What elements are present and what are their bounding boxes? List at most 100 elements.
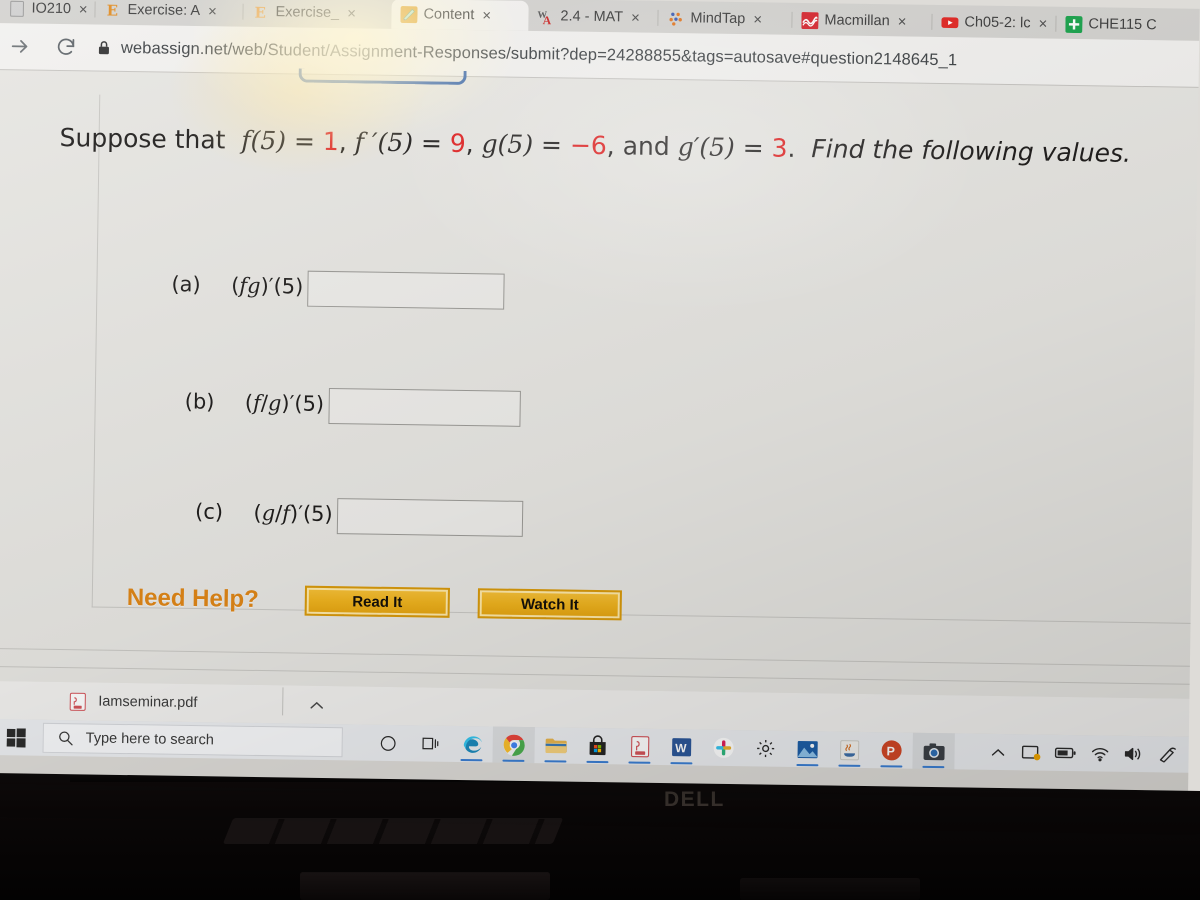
system-tray (980, 734, 1189, 773)
page-divider (0, 648, 1190, 667)
need-help-row: Need Help? Read It Watch It (126, 583, 623, 621)
browser-tab-8[interactable]: CHE115 C (1056, 9, 1176, 41)
connector-and: and (622, 131, 670, 162)
browser-tab-5[interactable]: MindTap × (658, 3, 792, 35)
answer-input-b[interactable] (328, 388, 521, 427)
tab-close-icon[interactable]: × (345, 5, 356, 22)
term-1-lhs: f ′(5) (354, 127, 414, 158)
question-part-b: (b) (f/g)′(5) (184, 376, 521, 427)
term-0-value: 1 (322, 126, 340, 157)
svg-text:E: E (255, 3, 267, 20)
adobe-pdf-icon[interactable] (618, 728, 661, 765)
part-expression: (g/f)′(5) (253, 500, 333, 526)
pen-icon[interactable] (1150, 736, 1185, 773)
tab-label: IO210 Pr (31, 0, 71, 18)
edge-icon[interactable] (450, 726, 493, 763)
svg-text:A: A (543, 14, 552, 25)
part-label: (c) (194, 499, 224, 524)
term-3-eq: = (742, 133, 764, 163)
question-part-a: (a) (fg)′(5) (171, 259, 505, 310)
part-label: (a) (171, 272, 201, 297)
address-bar[interactable]: webassign.net/web/Student/Assignment-Res… (97, 38, 1199, 73)
term-1-eq: = (420, 128, 443, 158)
part-label: (b) (184, 389, 215, 414)
tab-close-icon[interactable]: × (1036, 15, 1047, 32)
keyboard-keys (222, 818, 564, 844)
wifi-icon[interactable] (1082, 735, 1117, 772)
youtube-icon (941, 16, 959, 28)
reload-icon[interactable] (51, 32, 81, 62)
answer-input-c[interactable] (336, 498, 524, 537)
tab-close-icon[interactable]: × (896, 13, 907, 30)
taskbar-pinned-icons: W P (366, 725, 955, 770)
download-item[interactable]: Iamseminar.pdf (69, 692, 324, 715)
macmillan-icon (801, 11, 819, 29)
part-expression: (f/g)′(5) (244, 390, 325, 416)
browser-tab-1[interactable]: E Exercise: A × (95, 0, 243, 27)
java-icon[interactable] (828, 731, 871, 768)
instruction-text: Find the following values. (811, 134, 1132, 168)
tab-close-icon[interactable]: × (206, 3, 217, 20)
camera-icon[interactable] (912, 732, 955, 770)
term-2-value: −6 (569, 130, 608, 161)
term-2-eq: = (540, 130, 563, 160)
tab-close-icon[interactable]: × (629, 9, 640, 26)
term-1-value: 9 (449, 128, 466, 159)
term-3-lhs: g′(5) (677, 132, 736, 163)
mindtap-icon (669, 12, 682, 26)
prompt-prefix: Suppose that (59, 122, 226, 155)
dell-brand-logo: DELL (664, 788, 725, 811)
chevron-up-icon[interactable] (309, 697, 324, 712)
word-icon[interactable]: W (660, 729, 703, 766)
show-hidden-icons-chevron[interactable] (980, 734, 1015, 771)
volume-icon[interactable] (1116, 736, 1151, 773)
battery-icon[interactable] (1048, 735, 1083, 772)
read-it-button[interactable]: Read It (304, 585, 451, 618)
browser-tab-7[interactable]: Ch05-2: lc × (932, 7, 1056, 39)
tab-close-icon[interactable]: × (480, 7, 491, 24)
keyboard-keys (740, 878, 920, 900)
need-help-title: Need Help? (126, 584, 260, 613)
excel-green-icon (1065, 15, 1083, 33)
photos-icon[interactable] (786, 731, 829, 768)
term-0-lhs: f(5) (241, 125, 287, 156)
microsoft-store-icon[interactable] (576, 728, 619, 765)
onedrive-or-display-icon[interactable] (1014, 734, 1049, 771)
browser-tab-4[interactable]: W A 2.4 - MAT × (528, 1, 658, 33)
tab-label: 2.4 - MAT (560, 8, 624, 26)
powerpoint-icon[interactable]: P (870, 732, 913, 769)
cut-off-blue-button-above[interactable] (298, 68, 467, 86)
tab-close-icon[interactable]: × (751, 11, 762, 28)
photo-of-laptop-screen: DELL IO210 Pr × E Exercise: A × E Exerci… (0, 0, 1200, 900)
tab-label: Content (423, 6, 475, 24)
webassign-e-icon: E (255, 3, 267, 20)
chrome-icon[interactable] (492, 726, 535, 764)
tab-label: Exercise: A (127, 1, 201, 20)
forward-arrow-icon[interactable] (5, 31, 35, 61)
term-3-value: 3 (771, 133, 788, 163)
page-divider (0, 666, 1190, 685)
tab-close-icon[interactable]: × (77, 1, 88, 18)
webassign-e-icon: E (107, 1, 119, 18)
windows-start-icon[interactable] (0, 719, 43, 756)
watch-it-button[interactable]: Watch It (477, 588, 623, 621)
search-placeholder-text: Type here to search (85, 730, 214, 749)
search-input[interactable]: Type here to search (42, 722, 343, 758)
file-explorer-icon[interactable] (534, 727, 577, 764)
question-part-c: (c) (g/f)′(5) (195, 486, 524, 537)
url-text: webassign.net/web/Student/Assignment-Res… (120, 38, 958, 69)
term-0-eq: = (293, 126, 316, 156)
settings-gear-icon[interactable] (744, 730, 787, 767)
browser-tab-6[interactable]: Macmillan × (792, 5, 932, 37)
slack-icon[interactable] (702, 730, 745, 767)
task-view-icon[interactable] (408, 725, 451, 762)
browser-tab-0[interactable]: IO210 Pr × (0, 0, 96, 25)
term-2-lhs: g(5) (481, 129, 534, 160)
svg-text:W: W (675, 741, 687, 755)
browser-tab-3-content-active[interactable]: Content × (391, 0, 529, 31)
webassign-page-content: Suppose that f(5) = 1, f ′(5) = 9, g(5) … (0, 68, 1199, 699)
cortana-icon[interactable] (366, 725, 409, 762)
answer-input-a[interactable] (307, 270, 505, 310)
tab-label: Ch05-2: lc (964, 14, 1031, 32)
browser-tab-2[interactable]: E Exercise_ × (243, 0, 391, 29)
